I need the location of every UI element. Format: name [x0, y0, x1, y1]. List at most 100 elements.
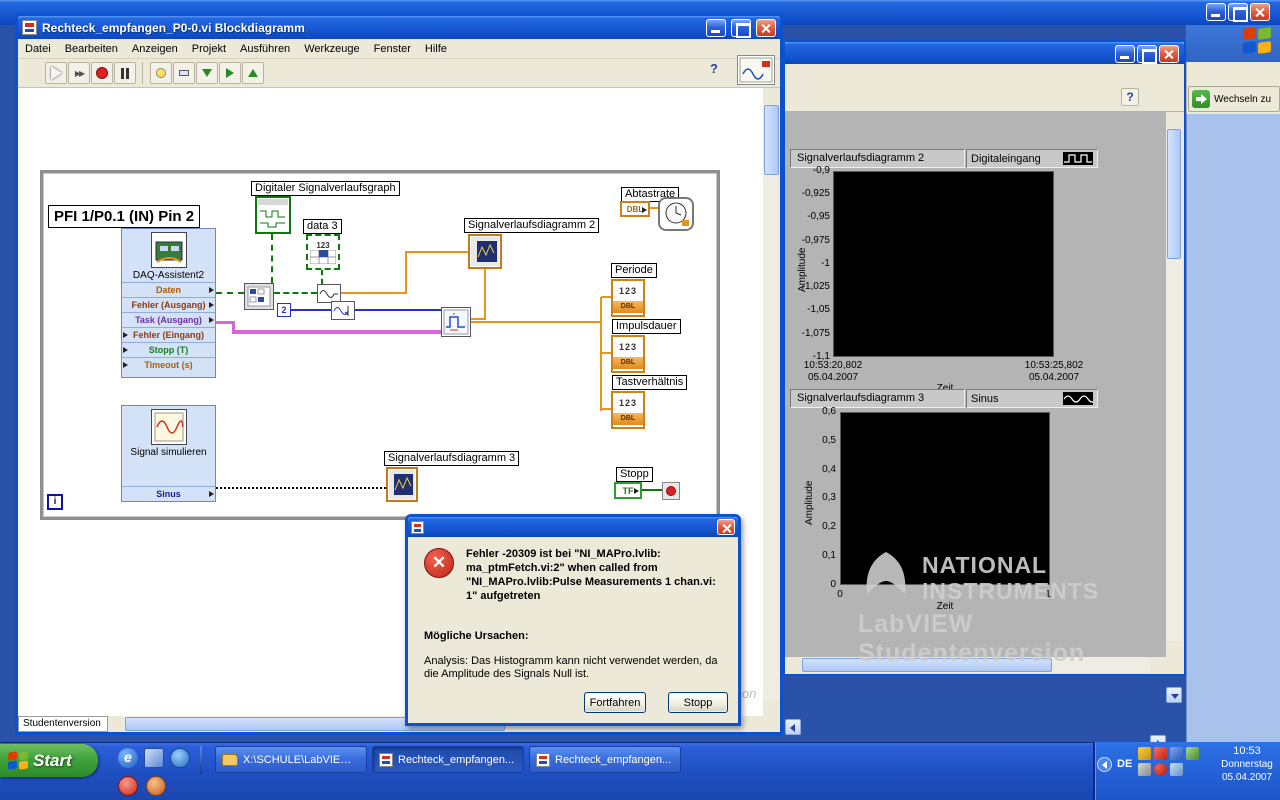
- daq-assistant-node[interactable]: DAQ-Assistent2 Daten Fehler (Ausgang) Ta…: [121, 228, 216, 378]
- minimize-icon[interactable]: [706, 18, 726, 37]
- run-button[interactable]: [45, 62, 67, 84]
- maximize-icon[interactable]: [1228, 3, 1248, 22]
- periode-indicator[interactable]: 123 DBL: [611, 279, 645, 317]
- messenger-icon[interactable]: [1154, 747, 1167, 760]
- status-tab[interactable]: Studentenversion: [18, 716, 108, 732]
- terminal-timeout[interactable]: Timeout (s): [122, 357, 215, 372]
- loop-iteration-terminal[interactable]: i: [47, 494, 63, 510]
- periode-label[interactable]: Periode: [611, 263, 657, 278]
- timing-node-icon[interactable]: [658, 197, 694, 231]
- stop-button[interactable]: Stopp: [668, 692, 728, 713]
- loop-condition-terminal[interactable]: [662, 482, 680, 500]
- highlight-execution-icon[interactable]: [150, 62, 172, 84]
- update-icon[interactable]: [1186, 747, 1199, 760]
- chart2-terminal[interactable]: [468, 234, 502, 269]
- minimize-icon[interactable]: [1206, 3, 1226, 21]
- volume-icon[interactable]: [1170, 763, 1183, 776]
- stopp-tf-terminal[interactable]: TF: [614, 482, 642, 499]
- chart2-legend[interactable]: Digitaleingang: [966, 149, 1098, 168]
- menu-werkzeuge[interactable]: Werkzeuge: [297, 40, 366, 58]
- maximize-icon[interactable]: [731, 18, 751, 38]
- abort-button[interactable]: [91, 62, 113, 84]
- menu-fenster[interactable]: Fenster: [367, 40, 418, 58]
- context-help-button[interactable]: ?: [706, 61, 722, 81]
- error-dialog-titlebar[interactable]: [408, 517, 738, 537]
- terminal-task-ausgang[interactable]: Task (Ausgang): [122, 312, 215, 327]
- menu-projekt[interactable]: Projekt: [185, 40, 233, 58]
- internet-explorer-icon[interactable]: e: [118, 748, 138, 768]
- continue-button[interactable]: Fortfahren: [584, 692, 646, 713]
- chart2-plot-area[interactable]: [833, 171, 1054, 357]
- run-continuously-button[interactable]: ▶▶: [68, 62, 90, 84]
- network-icon[interactable]: [1170, 747, 1183, 760]
- security-shield-icon[interactable]: [1138, 747, 1151, 760]
- step-into-icon[interactable]: [196, 62, 218, 84]
- minimize-icon[interactable]: [1115, 45, 1135, 63]
- ni-eagle-logo-icon: [866, 552, 906, 594]
- antivirus-icon[interactable]: [1154, 763, 1167, 776]
- menu-anzeigen[interactable]: Anzeigen: [125, 40, 185, 58]
- scroll-down-button[interactable]: [1166, 687, 1182, 703]
- close-icon[interactable]: [1250, 3, 1270, 21]
- chart3-terminal[interactable]: [386, 467, 418, 502]
- chart2-terminal-label[interactable]: Signalverlaufsdiagramm 2: [464, 218, 600, 233]
- scroll-left-button[interactable]: [785, 719, 801, 735]
- tastverhaeltnis-label[interactable]: Tastverhältnis: [612, 375, 688, 390]
- pin-free-label[interactable]: PFI 1/P0.1 (IN) Pin 2: [48, 205, 201, 228]
- taskbar-item-frontpanel[interactable]: Rechteck_empfangen...: [529, 746, 681, 773]
- chart3-ytick: 0,4: [822, 464, 836, 475]
- tastverhaeltnis-indicator[interactable]: 123 DBL: [611, 391, 645, 429]
- retain-wire-values-icon[interactable]: [173, 62, 195, 84]
- signal-function-icon[interactable]: [331, 301, 355, 320]
- terminal-stopp-t[interactable]: Stopp (T): [122, 342, 215, 357]
- taskbar-item-explorer[interactable]: X:\SCHULE\LabVIEW\...: [215, 746, 367, 773]
- terminal-sinus[interactable]: Sinus: [122, 486, 215, 501]
- show-desktop-icon[interactable]: [144, 748, 164, 768]
- close-icon[interactable]: [717, 519, 735, 535]
- vertical-scrollbar-thumb[interactable]: [764, 105, 779, 175]
- numeric-constant-2[interactable]: 2: [277, 303, 291, 317]
- abtastrate-dbl-terminal[interactable]: DBL: [620, 201, 650, 217]
- menu-bearbeiten[interactable]: Bearbeiten: [58, 40, 125, 58]
- step-over-icon[interactable]: [219, 62, 241, 84]
- chart3-terminal-label[interactable]: Signalverlaufsdiagramm 3: [384, 451, 520, 466]
- switch-to-button[interactable]: Wechseln zu: [1188, 86, 1280, 112]
- tray-chevron-icon[interactable]: [1097, 757, 1112, 772]
- menu-hilfe[interactable]: Hilfe: [418, 40, 454, 58]
- terminal-fehler-ausgang[interactable]: Fehler (Ausgang): [122, 297, 215, 312]
- pulse-measurement-node[interactable]: [441, 307, 471, 337]
- menu-ausfuehren[interactable]: Ausführen: [233, 40, 297, 58]
- menu-datei[interactable]: Datei: [18, 40, 58, 58]
- impulsdauer-label[interactable]: Impulsdauer: [612, 319, 681, 334]
- stopp-label[interactable]: Stopp: [616, 467, 653, 482]
- vertical-scrollbar-thumb[interactable]: [1167, 129, 1181, 259]
- start-button[interactable]: Start: [0, 744, 98, 777]
- close-icon[interactable]: [756, 18, 776, 37]
- impulsdauer-indicator[interactable]: 123 DBL: [611, 335, 645, 373]
- convert-from-dynamic-icon[interactable]: [244, 283, 274, 310]
- step-out-icon[interactable]: [242, 62, 264, 84]
- media-player-icon[interactable]: [170, 748, 190, 768]
- digital-graph-label[interactable]: Digitaler Signalverlaufsgraph: [251, 181, 400, 196]
- digital-graph-terminal[interactable]: [255, 196, 291, 234]
- data3-terminal[interactable]: 123: [306, 234, 340, 270]
- printer-icon[interactable]: [1138, 763, 1151, 776]
- error-causes-heading: Mögliche Ursachen:: [424, 630, 529, 642]
- pause-button[interactable]: [114, 62, 136, 84]
- app-icon-red-1[interactable]: [118, 776, 138, 796]
- terminal-daten[interactable]: Daten: [122, 282, 215, 297]
- terminal-fehler-eingang[interactable]: Fehler (Eingang): [122, 327, 215, 342]
- app-icon-red-2[interactable]: [146, 776, 166, 796]
- help-button[interactable]: ?: [1121, 88, 1139, 106]
- language-indicator[interactable]: DE: [1117, 758, 1132, 770]
- vi-icon-well[interactable]: [737, 55, 775, 85]
- chart3-legend[interactable]: Sinus: [966, 389, 1098, 408]
- block-diagram-titlebar[interactable]: Rechteck_empfangen_P0-0.vi Blockdiagramm: [18, 16, 780, 39]
- simulate-signal-node[interactable]: Signal simulieren Sinus: [121, 405, 216, 502]
- taskbar-item-blockdiagram[interactable]: Rechteck_empfangen...: [372, 746, 524, 773]
- data3-label[interactable]: data 3: [303, 219, 342, 234]
- maximize-icon[interactable]: [1137, 45, 1157, 64]
- close-icon[interactable]: [1159, 45, 1179, 63]
- tray-clock[interactable]: 10:53 Donnerstag 05.04.2007: [1216, 745, 1278, 797]
- vertical-scrollbar[interactable]: [763, 104, 780, 700]
